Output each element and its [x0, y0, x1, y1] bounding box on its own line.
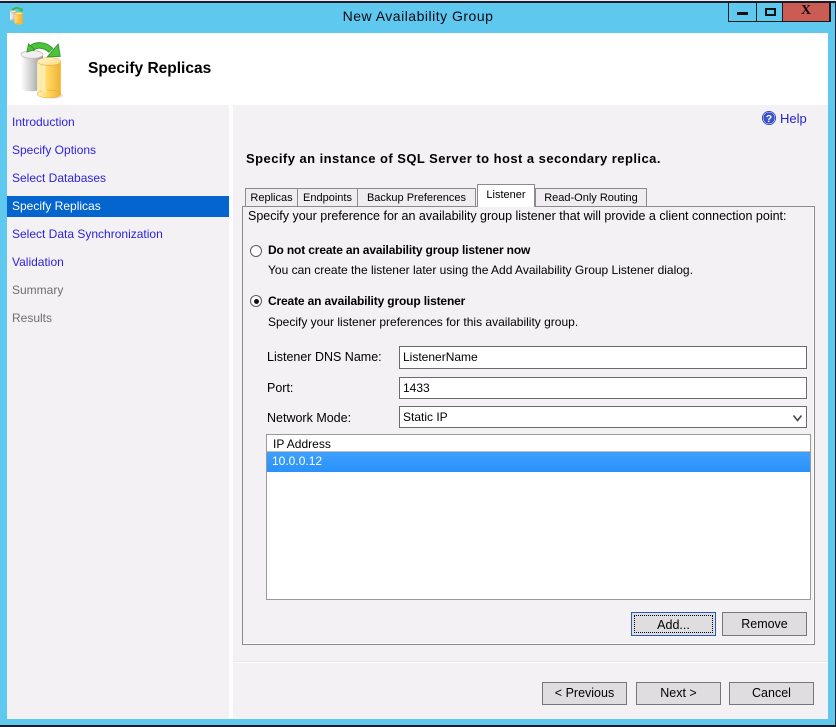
svg-text:?: ?: [766, 113, 772, 125]
